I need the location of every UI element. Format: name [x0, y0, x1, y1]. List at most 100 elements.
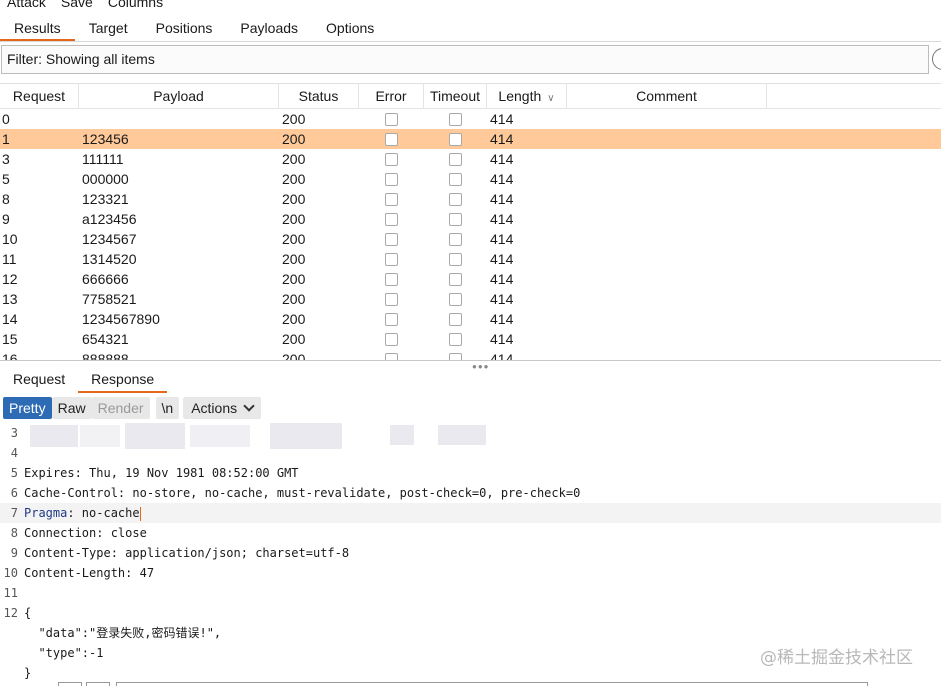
column-timeout[interactable]: Timeout: [424, 84, 487, 108]
table-row[interactable]: 3 111111 200 414: [0, 149, 941, 169]
code-line: 10 Content-Length: 47: [0, 563, 941, 583]
checkbox[interactable]: [449, 212, 462, 226]
checkbox[interactable]: [385, 352, 398, 360]
cell-request: 13: [2, 291, 18, 307]
cell-comment: [567, 309, 767, 329]
checkbox[interactable]: [385, 312, 398, 326]
response-toolbar: Pretty Raw Render \n Actions: [3, 397, 262, 421]
cell-request: 16: [2, 351, 18, 360]
table-row[interactable]: 8 123321 200 414: [0, 189, 941, 209]
menu-attack[interactable]: Attack: [0, 0, 54, 11]
checkbox[interactable]: [385, 132, 398, 146]
table-row[interactable]: 15 654321 200 414: [0, 329, 941, 349]
checkbox[interactable]: [449, 132, 462, 146]
checkbox[interactable]: [449, 192, 462, 206]
filter-bar[interactable]: Filter: Showing all items: [1, 45, 929, 74]
pretty-button[interactable]: Pretty: [3, 397, 52, 419]
cell-request: 12: [2, 271, 18, 287]
actions-dropdown[interactable]: Actions: [183, 397, 262, 419]
checkbox[interactable]: [385, 252, 398, 266]
cell-comment: [567, 289, 767, 309]
cell-status: 200: [282, 251, 306, 267]
checkbox[interactable]: [385, 212, 398, 226]
cell-timeout: [424, 189, 487, 209]
column-payload[interactable]: Payload: [79, 84, 279, 108]
cell-length: 414: [490, 111, 514, 127]
line-number: 9: [10, 546, 18, 560]
checkbox[interactable]: [449, 172, 462, 186]
code-line: 11: [0, 583, 941, 603]
cell-length: 414: [490, 251, 514, 267]
column-request[interactable]: Request: [0, 84, 79, 108]
cell-status: 200: [282, 191, 306, 207]
filter-help-icon[interactable]: [932, 48, 941, 70]
line-number: 8: [10, 526, 18, 540]
code-text: Cache-Control: no-store, no-cache, must-…: [24, 486, 581, 500]
tab-response[interactable]: Response: [78, 367, 168, 393]
search-field[interactable]: [116, 682, 868, 686]
checkbox[interactable]: [385, 332, 398, 346]
table-row[interactable]: 5 000000 200 414: [0, 169, 941, 189]
cell-error: [359, 149, 424, 169]
menu-save[interactable]: Save: [54, 0, 101, 11]
code-line: "data":"登录失败,密码错误!",: [0, 623, 941, 643]
menu-columns[interactable]: Columns: [101, 0, 171, 11]
table-row[interactable]: 11 1314520 200 414: [0, 249, 941, 269]
column-status[interactable]: Status: [279, 84, 359, 108]
tab-positions[interactable]: Positions: [142, 15, 227, 41]
cell-comment: [567, 209, 767, 229]
tab-results[interactable]: Results: [0, 15, 75, 41]
pane-splitter[interactable]: ●●●: [0, 360, 941, 371]
table-row[interactable]: 12 666666 200 414: [0, 269, 941, 289]
checkbox[interactable]: [449, 272, 462, 286]
table-row[interactable]: 13 7758521 200 414: [0, 289, 941, 309]
table-row[interactable]: 16 888888 200 414: [0, 349, 941, 360]
table-row[interactable]: 10 1234567 200 414: [0, 229, 941, 249]
column-length[interactable]: Length ∨: [487, 84, 567, 108]
column-error[interactable]: Error: [359, 84, 424, 108]
checkbox[interactable]: [385, 152, 398, 166]
cell-request: 8: [2, 191, 10, 207]
checkbox[interactable]: [449, 232, 462, 246]
table-row[interactable]: 9 a123456 200 414: [0, 209, 941, 229]
column-comment[interactable]: Comment: [567, 84, 767, 108]
checkbox[interactable]: [449, 152, 462, 166]
tab-target[interactable]: Target: [75, 15, 142, 41]
checkbox[interactable]: [385, 112, 398, 126]
code-line: 6 Cache-Control: no-store, no-cache, must…: [0, 483, 941, 503]
checkbox[interactable]: [385, 292, 398, 306]
cell-length: 414: [490, 131, 514, 147]
checkbox[interactable]: [385, 192, 398, 206]
raw-button[interactable]: Raw: [51, 397, 92, 419]
table-row[interactable]: 0 200 414: [0, 109, 941, 129]
render-button[interactable]: Render: [91, 397, 150, 419]
tab-request[interactable]: Request: [0, 367, 78, 393]
cell-status: 200: [282, 331, 306, 347]
table-row[interactable]: 1 123456 200 414: [0, 129, 941, 149]
code-text: Content-Length: 47: [24, 566, 155, 580]
checkbox[interactable]: [449, 352, 462, 360]
table-row[interactable]: 14 1234567890 200 414: [0, 309, 941, 329]
cell-timeout: [424, 209, 487, 229]
cell-length: 414: [490, 211, 514, 227]
cell-payload: 000000: [82, 171, 129, 187]
checkbox[interactable]: [385, 232, 398, 246]
checkbox[interactable]: [449, 292, 462, 306]
cell-error: [359, 109, 424, 129]
tab-payloads[interactable]: Payloads: [226, 15, 312, 41]
cell-request: 11: [2, 251, 17, 267]
bottom-button[interactable]: [86, 682, 110, 686]
checkbox[interactable]: [449, 332, 462, 346]
bottom-button[interactable]: [58, 682, 82, 686]
checkbox[interactable]: [385, 272, 398, 286]
newline-toggle-button[interactable]: \n: [155, 397, 180, 419]
checkbox[interactable]: [449, 112, 462, 126]
cell-length: 414: [490, 151, 514, 167]
checkbox[interactable]: [449, 312, 462, 326]
cell-request: 5: [2, 171, 10, 187]
checkbox[interactable]: [449, 252, 462, 266]
cell-payload: 654321: [82, 331, 129, 347]
tab-options[interactable]: Options: [312, 15, 388, 41]
cell-payload: 1314520: [82, 251, 137, 267]
checkbox[interactable]: [385, 172, 398, 186]
